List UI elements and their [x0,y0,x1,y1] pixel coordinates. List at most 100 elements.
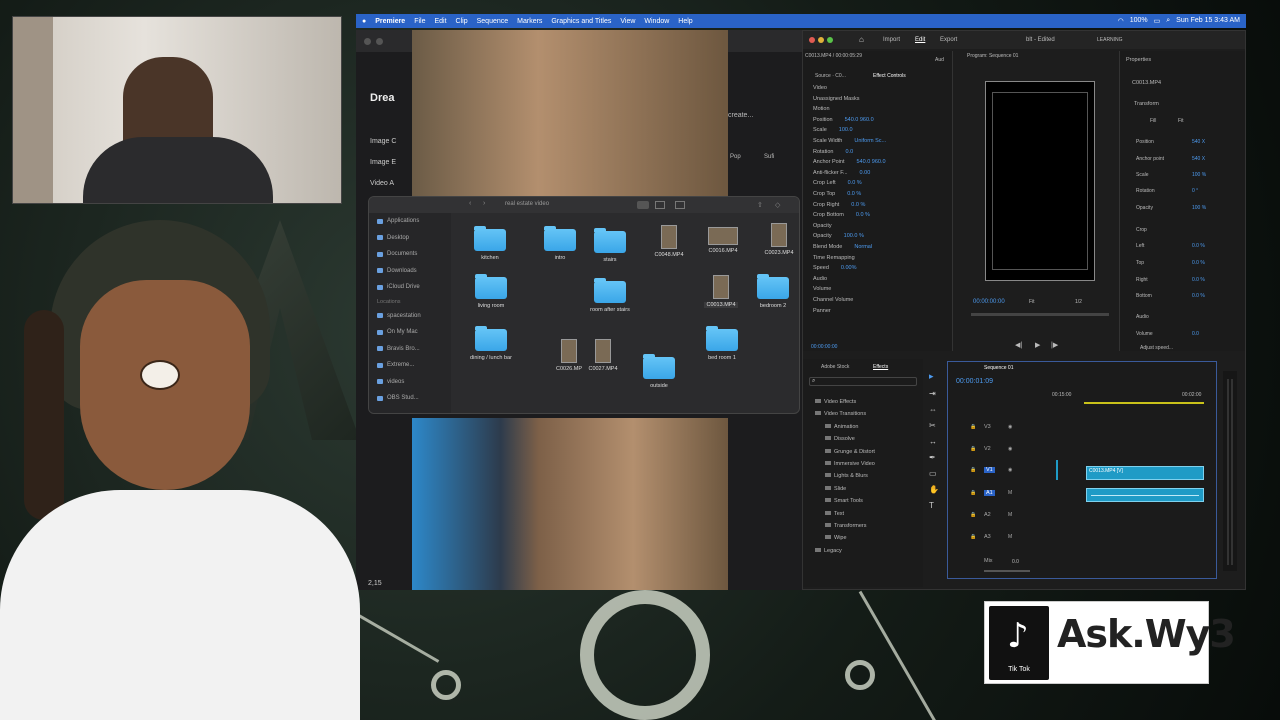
battery-icon[interactable]: ▭ [1154,17,1161,25]
wifi-icon[interactable]: ◠ [1118,17,1124,25]
browser-sidebar-item[interactable]: Video A [370,180,394,187]
work-area-bar[interactable] [1084,402,1204,404]
step-back-button[interactable]: ◀| [1015,341,1022,349]
adjust-speed-button[interactable]: Adjust speed... [1140,345,1173,351]
ec-property-row[interactable]: Volume [813,286,843,292]
section-transform[interactable]: Transform [1134,101,1159,107]
effects-search-input[interactable]: ⌕ [809,377,917,386]
ec-property-row[interactable]: Scale 100.0 [813,127,853,133]
property-value-right[interactable]: 0.0 % [1192,277,1205,283]
ec-property-value[interactable]: 100.0 [839,127,853,133]
learning-label[interactable]: LEARNING [1097,37,1123,43]
selection-tool-icon[interactable]: ▸ [929,371,934,382]
tab-export[interactable]: Export [940,37,957,43]
sidebar-item-icloud[interactable]: iCloud Drive [369,279,451,296]
eye-icon[interactable]: ◉ [1008,467,1012,473]
rectangle-tool-icon[interactable]: ▭ [929,469,937,478]
ec-property-value[interactable]: 0.0 % [856,212,870,218]
effects-folder-item[interactable]: Wipe [825,535,847,541]
ec-property-value[interactable]: Normal [854,244,872,250]
ec-property-value[interactable]: 0.0 % [847,191,861,197]
ec-property-row[interactable]: Audio [813,276,839,282]
folder-item[interactable]: room after stairs [582,278,638,313]
folder-item[interactable]: bedroom 2 [745,274,799,309]
menu-file[interactable]: File [414,18,425,25]
mix-value[interactable]: 0.0 [1012,559,1019,565]
timeline-zoom-scrollbar[interactable] [984,570,1030,572]
file-item-selected[interactable]: C0013.MP4 [693,275,749,308]
track-select-icon[interactable]: ⇥ [929,389,936,398]
type-tool-icon[interactable]: T [929,501,934,510]
clock[interactable]: Sun Feb 15 3:43 AM [1176,17,1240,25]
ec-property-row[interactable]: Channel Volume [813,297,865,303]
tab-source[interactable]: Source · C0... [815,73,846,79]
track-header-a2[interactable]: A2 [984,512,991,518]
chip[interactable]: Sufi [764,154,774,160]
ec-property-row[interactable]: Time Remapping [813,255,867,261]
folder-item[interactable]: living room [463,274,519,309]
property-value-rotation[interactable]: 0 ° [1192,188,1198,194]
resolution-dropdown[interactable]: 1/2 [1075,299,1082,305]
file-item[interactable]: C0023.MP4 [751,223,799,256]
back-icon[interactable]: ‹ [469,200,471,207]
ec-property-value[interactable]: 0.0 % [851,202,865,208]
audio-clip[interactable] [1086,488,1204,502]
ripple-edit-icon[interactable]: ⇔ [929,405,937,414]
property-value-top[interactable]: 0.0 % [1192,260,1205,266]
close-button[interactable] [364,38,371,45]
eye-icon[interactable]: ◉ [1008,446,1012,452]
forward-icon[interactable]: › [483,200,485,207]
file-item[interactable]: C0016.MP4 [695,227,751,254]
program-timecode[interactable]: 00:00:00:00 [973,299,1005,305]
property-value-position[interactable]: 540 X [1192,139,1205,145]
lock-icon[interactable]: 🔒 [970,467,976,473]
sidebar-item-location[interactable]: videos [369,374,451,391]
menu-help[interactable]: Help [678,18,692,25]
ec-property-value[interactable]: 100.0 % [844,233,864,239]
menu-window[interactable]: Window [644,18,669,25]
razor-tool-icon[interactable]: ✂ [929,421,936,430]
track-header-v1[interactable]: V1 [984,467,995,473]
column-view-icon[interactable] [675,201,685,209]
sidebar-item-desktop[interactable]: Desktop [369,230,451,247]
ec-property-row[interactable]: Crop Bottom 0.0 % [813,212,870,218]
zoom-button[interactable] [827,37,833,43]
effects-folder-item[interactable]: Immersive Video [825,461,875,467]
property-value-volume[interactable]: 0.0 [1192,331,1199,337]
folder-item[interactable]: outside [631,354,687,389]
ec-property-row[interactable]: Panner [813,308,843,314]
fill-button[interactable]: Fill [1150,118,1156,124]
effects-folder-item[interactable]: Video Transitions [815,411,866,417]
ec-property-row[interactable]: Video [813,85,839,91]
program-scrubber[interactable] [971,313,1109,316]
sidebar-item-location[interactable]: spacestation [369,308,451,325]
folder-item[interactable]: bed room 1 [694,326,750,361]
pen-tool-icon[interactable]: ✒ [929,453,936,462]
chip[interactable]: Pop [730,154,741,160]
ec-property-value[interactable]: 540.0 960.0 [845,117,874,123]
ec-property-row[interactable]: Blend Mode Normal [813,244,872,250]
tab-audio[interactable]: Aud [935,57,944,63]
browser-sidebar-item[interactable]: Image C [370,138,396,145]
mute-icon[interactable]: M [1008,490,1012,496]
sidebar-item-applications[interactable]: Applications [369,213,451,230]
share-icon[interactable]: ⇧ [757,201,763,209]
tab-effects[interactable]: Effects [873,364,888,370]
step-forward-button[interactable]: |▶ [1051,341,1058,349]
minimize-button[interactable] [376,38,383,45]
track-header-a3[interactable]: A3 [984,534,991,540]
sidebar-item-downloads[interactable]: Downloads [369,263,451,280]
property-value-bottom[interactable]: 0.0 % [1192,293,1205,299]
ec-property-row[interactable]: Unassigned Masks [813,96,871,102]
lock-icon[interactable]: 🔒 [970,446,976,452]
ec-property-row[interactable]: Crop Left 0.0 % [813,180,862,186]
folder-item[interactable]: dining / lunch bar [463,326,519,361]
folder-item[interactable]: kitchen [462,226,518,261]
file-item[interactable]: C0027.MP4 [575,339,631,372]
menu-sequence[interactable]: Sequence [477,18,509,25]
tag-icon[interactable]: ◇ [775,201,780,209]
ec-property-row[interactable]: Position 540.0 960.0 [813,117,874,123]
close-button[interactable] [809,37,815,43]
tab-adobe-stock[interactable]: Adobe Stock [821,364,849,370]
sidebar-item-location[interactable]: Bravis Bro... [369,341,451,358]
